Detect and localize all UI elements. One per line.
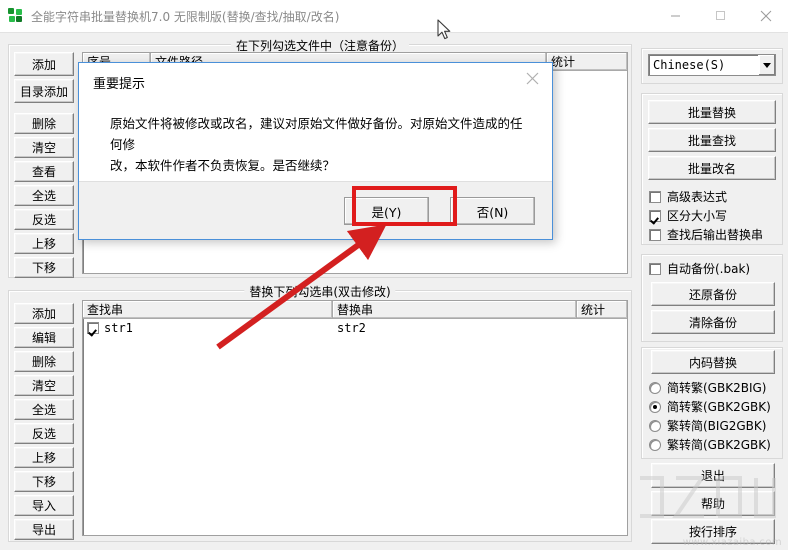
replace-listview-header: 查找串 替换串 统计: [83, 301, 627, 319]
radio-gbk2gbk-simp[interactable]: [649, 400, 661, 413]
internal-code-replace-button[interactable]: 内码替换: [651, 350, 775, 374]
str-select-all-button[interactable]: 全选: [14, 399, 74, 420]
restore-backup-button[interactable]: 还原备份: [651, 282, 775, 306]
radio-big2gbk-row[interactable]: 繁转简(BIG2GBK): [649, 417, 766, 434]
option-auto-backup[interactable]: 自动备份(.bak): [649, 260, 750, 277]
encoding-select[interactable]: Chinese(S): [648, 54, 776, 76]
file-move-up-button[interactable]: 上移: [14, 233, 74, 254]
help-button[interactable]: 帮助: [651, 491, 775, 516]
dialog-footer: 是(Y) 否(N): [79, 181, 552, 239]
radio-gbk2gbk-trad-label: 繁转简(GBK2GBK): [667, 438, 771, 452]
dialog-message-line2: 改，本软件作者不负责恢复。是否继续？: [110, 158, 336, 173]
file-select-all-button[interactable]: 全选: [14, 185, 74, 206]
radio-big2gbk[interactable]: [649, 419, 661, 432]
str-delete-button[interactable]: 删除: [14, 351, 74, 372]
batch-find-button[interactable]: 批量查找: [648, 128, 776, 152]
app-logo-icon: [8, 8, 24, 24]
row-checkbox[interactable]: [87, 322, 99, 334]
replace-list-group-label: 替换下列勾选串(双击修改): [244, 283, 396, 300]
clear-backup-button[interactable]: 清除备份: [651, 310, 775, 334]
batch-replace-button[interactable]: 批量替换: [648, 100, 776, 124]
dialog-message-line1: 原始文件将被修改或改名，建议对原始文件做好备份。对原始文件造成的任何修: [110, 116, 523, 152]
str-move-down-button[interactable]: 下移: [14, 471, 74, 492]
window-title: 全能字符串批量替换机7.0 无限制版(替换/查找/抽取/改名): [31, 9, 340, 24]
option-case-sensitive-label: 区分大小写: [667, 209, 728, 223]
title-bar: 全能字符串批量替换机7.0 无限制版(替换/查找/抽取/改名): [0, 0, 788, 33]
file-move-down-button[interactable]: 下移: [14, 257, 74, 278]
batch-rename-button[interactable]: 批量改名: [648, 156, 776, 180]
column-stats[interactable]: 统计: [547, 53, 627, 71]
str-clear-button[interactable]: 清空: [14, 375, 74, 396]
str-invert-select-button[interactable]: 反选: [14, 423, 74, 444]
radio-gbk2gbk-simp-label: 简转繁(GBK2GBK): [667, 400, 771, 414]
dialog-no-button[interactable]: 否(N): [450, 197, 535, 225]
file-add-button[interactable]: 添加: [14, 52, 74, 76]
option-output-after-find[interactable]: 查找后输出替换串: [649, 226, 763, 243]
close-icon[interactable]: [743, 0, 788, 31]
application-window: 全能字符串批量替换机7.0 无限制版(替换/查找/抽取/改名) 在下列勾选文件中…: [0, 0, 788, 550]
radio-gbk2big-label: 简转繁(GBK2BIG): [667, 381, 767, 395]
option-advanced-regex[interactable]: 高级表达式: [649, 188, 727, 205]
dialog-yes-button[interactable]: 是(Y): [344, 197, 429, 225]
radio-gbk2gbk-trad-row[interactable]: 繁转简(GBK2GBK): [649, 436, 771, 453]
important-notice-dialog: 重要提示 原始文件将被修改或改名，建议对原始文件做好备份。对原始文件造成的任何修…: [78, 62, 553, 240]
option-advanced-regex-label: 高级表达式: [667, 190, 728, 204]
checkbox-case-sensitive[interactable]: [649, 209, 661, 222]
file-view-button[interactable]: 查看: [14, 161, 74, 182]
file-delete-button[interactable]: 删除: [14, 113, 74, 134]
column-find-string[interactable]: 查找串: [83, 301, 333, 319]
str-edit-button[interactable]: 编辑: [14, 327, 74, 348]
str-add-button[interactable]: 添加: [14, 303, 74, 324]
radio-big2gbk-label: 繁转简(BIG2GBK): [667, 419, 767, 433]
checkbox-output-after-find[interactable]: [649, 228, 661, 241]
dialog-message: 原始文件将被修改或改名，建议对原始文件做好备份。对原始文件造成的任何修 改，本软…: [110, 113, 530, 176]
file-add-folder-button[interactable]: 目录添加: [14, 79, 74, 103]
checkbox-auto-backup[interactable]: [649, 262, 661, 275]
str-import-button[interactable]: 导入: [14, 495, 74, 516]
exit-button[interactable]: 退出: [651, 463, 775, 488]
encoding-value: Chinese(S): [653, 58, 726, 72]
radio-gbk2gbk-simp-row[interactable]: 简转繁(GBK2GBK): [649, 398, 771, 415]
table-row[interactable]: str1 str2: [83, 319, 627, 337]
maximize-icon[interactable]: [698, 0, 743, 31]
radio-gbk2big-row[interactable]: 简转繁(GBK2BIG): [649, 379, 766, 396]
sort-by-line-button[interactable]: 按行排序: [651, 519, 775, 544]
dialog-title: 重要提示: [93, 77, 146, 92]
radio-gbk2gbk-trad[interactable]: [649, 438, 661, 451]
str-export-button[interactable]: 导出: [14, 519, 74, 540]
minimize-icon[interactable]: [653, 0, 698, 31]
option-auto-backup-label: 自动备份(.bak): [667, 262, 751, 276]
file-invert-select-button[interactable]: 反选: [14, 209, 74, 230]
str-move-up-button[interactable]: 上移: [14, 447, 74, 468]
replace-listview[interactable]: 查找串 替换串 统计 str1 str2: [82, 300, 628, 536]
chevron-down-icon[interactable]: [758, 55, 775, 75]
option-output-after-find-label: 查找后输出替换串: [667, 228, 764, 242]
row-replace-cell: str2: [337, 321, 366, 335]
column-stats[interactable]: 统计: [577, 301, 627, 319]
row-find-cell[interactable]: str1: [83, 321, 333, 335]
checkbox-advanced-regex[interactable]: [649, 190, 661, 203]
dialog-close-icon[interactable]: [518, 67, 546, 89]
column-replace-string[interactable]: 替换串: [333, 301, 577, 319]
file-clear-button[interactable]: 清空: [14, 137, 74, 158]
option-case-sensitive[interactable]: 区分大小写: [649, 207, 727, 224]
window-controls: [653, 0, 788, 31]
radio-gbk2big[interactable]: [649, 381, 661, 394]
row-find-text: str1: [104, 321, 133, 335]
